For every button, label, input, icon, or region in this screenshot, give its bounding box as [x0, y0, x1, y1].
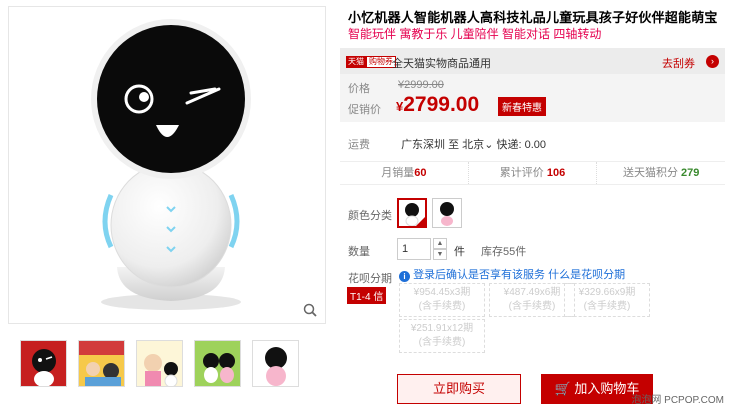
zoom-icon[interactable] — [303, 303, 317, 317]
price-label: 价格 — [348, 83, 370, 95]
selected-check-icon — [416, 217, 425, 226]
watermark: 泡泡网 PCPOP.COM — [631, 395, 724, 406]
thumbnail-robot-icon — [32, 349, 56, 386]
shipping-label: 运费 — [348, 139, 370, 151]
product-title: 小忆机器人智能机器人高科技礼品儿童玩具孩子好伙伴超能萌宝 — [348, 10, 718, 25]
installment-option-3[interactable]: ¥954.45x3期 (含手续费) — [399, 283, 485, 317]
quantity-input[interactable] — [397, 238, 431, 260]
quantity-unit: 件 — [454, 246, 465, 258]
thumbnail-pink-robot-icon — [265, 347, 287, 386]
thumbnail-child-icon — [144, 354, 178, 386]
coupon-bar: 天猫 购物券 全天猫实物商品通用 去刮券 › — [340, 48, 725, 74]
installment-option-6[interactable]: ¥487.49x6期 (含手续费) — [489, 283, 575, 317]
thumbnail-4[interactable] — [194, 340, 241, 387]
monthly-sales-value: 60 — [414, 167, 427, 179]
promo-price-value: 2799.00 — [403, 93, 480, 116]
color-option-black[interactable] — [397, 198, 427, 228]
quantity-increase-button[interactable]: ▲ — [433, 238, 447, 249]
thumbnail-1[interactable] — [20, 340, 67, 387]
color-label: 颜色分类 — [348, 210, 392, 222]
installment-amount: ¥954.45x3期 — [413, 287, 471, 298]
installment-fee: (含手续费) — [508, 301, 556, 312]
express-fee: 快递: 0.00 — [496, 139, 546, 151]
thumbnail-3[interactable] — [136, 340, 183, 387]
stats-bar: 月销量60 累计评价 106 送天猫积分 279 — [340, 161, 725, 185]
coupon-description: 全天猫实物商品通用 — [392, 58, 491, 70]
t14-badge: T1-4 信 — [347, 287, 387, 304]
price-panel: 天猫 购物券 全天猫实物商品通用 去刮券 › 价格 ¥2999.00 促销价 ¥… — [340, 48, 725, 122]
promo-price-label: 促销价 — [348, 104, 381, 116]
installment-fee: (含手续费) — [418, 337, 466, 348]
quantity-decrease-button[interactable]: ▼ — [433, 249, 447, 260]
stock-count: 库存55件 — [481, 246, 527, 258]
main-product-image[interactable] — [8, 6, 326, 324]
what-is-huabei-link[interactable]: 什么是花呗分期 — [548, 269, 625, 281]
original-price: ¥2999.00 — [398, 79, 444, 91]
monthly-sales: 月销量60 — [340, 162, 469, 184]
installment-fee: (含手续费) — [418, 301, 466, 312]
thumbnail-strip — [20, 340, 299, 387]
cart-icon: 🛒 — [554, 381, 571, 396]
review-count-value: 106 — [546, 167, 566, 179]
review-count[interactable]: 累计评价 106 — [469, 162, 598, 184]
chevron-right-icon[interactable]: › — [706, 55, 719, 68]
installment-amount: ¥329.66x9期 — [578, 287, 636, 298]
promo-tag: 新春特惠 — [498, 97, 546, 116]
monthly-sales-label: 月销量 — [381, 167, 415, 179]
thumbnail-5[interactable] — [252, 340, 299, 387]
huabei-notice: i 登录后确认是否享有该服务 什么是花呗分期 — [399, 266, 625, 282]
login-link[interactable]: 登录后确认是否享有该服务 — [413, 269, 545, 281]
installment-option-12[interactable]: ¥251.91x12期 (含手续费) — [399, 319, 485, 353]
installment-fee: (含手续费) — [583, 301, 631, 312]
buy-now-button[interactable]: 立即购买 — [397, 374, 521, 404]
tmall-points-label: 送天猫积分 — [622, 167, 678, 179]
huabei-label: 花呗分期 — [348, 273, 392, 285]
get-coupon-link[interactable]: 去刮券 — [662, 55, 695, 71]
tmall-badge-label: 天猫 — [346, 56, 366, 68]
installment-option-9[interactable]: ¥329.66x9期 (含手续费) — [564, 283, 650, 317]
installment-amount: ¥251.91x12期 — [410, 323, 474, 334]
robot-illustration — [91, 19, 251, 310]
shipping-route-select[interactable]: 广东深圳 至 北京⌄ — [401, 139, 493, 151]
thumbnail-family-icon — [79, 341, 124, 386]
shipping-row: 运费 广东深圳 至 北京⌄ 快递: 0.00 — [348, 136, 546, 152]
promo-price: ¥2799.00 — [396, 93, 479, 117]
tmall-points: 送天猫积分 279 — [597, 162, 725, 184]
thumbnail-colors-icon — [203, 353, 235, 383]
tmall-points-value: 279 — [681, 167, 700, 179]
thumbnail-2[interactable] — [78, 340, 125, 387]
color-option-pink[interactable] — [432, 198, 462, 228]
review-count-label: 累计评价 — [499, 167, 544, 179]
add-to-cart-label: 加入购物车 — [574, 381, 640, 396]
product-subtitle: 智能玩伴 寓教于乐 儿童陪伴 智能对话 四轴转动 — [348, 27, 602, 41]
info-icon: i — [399, 271, 410, 282]
shipping-route: 广东深圳 至 北京 — [401, 139, 485, 151]
installment-amount: ¥487.49x6期 — [503, 287, 561, 298]
chevron-down-icon: ⌄ — [484, 139, 494, 151]
robot-pink-icon — [440, 202, 454, 226]
tmall-coupon-badge: 天猫 购物券 — [346, 56, 396, 68]
quantity-label: 数量 — [348, 246, 370, 258]
